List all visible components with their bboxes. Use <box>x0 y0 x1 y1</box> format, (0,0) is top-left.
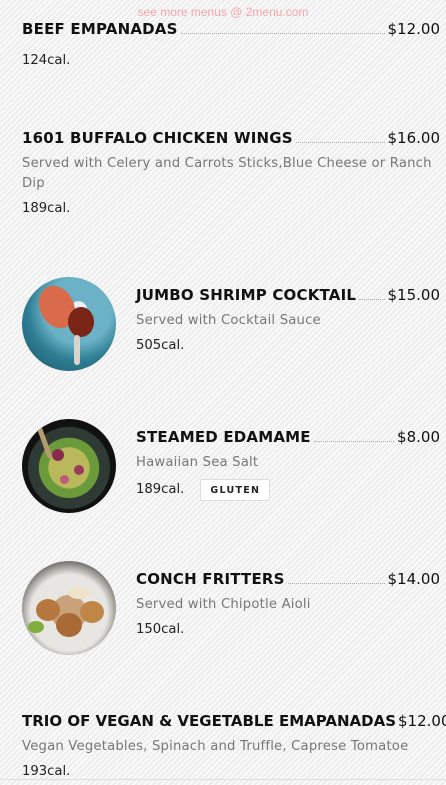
item-price: $15.00 <box>387 286 441 304</box>
item-name: BEEF EMPANADAS <box>22 20 178 38</box>
gluten-badge: GLUTEN <box>200 479 271 501</box>
menu-item-trio-vegan-empanadas[interactable]: TRIO OF VEGAN & VEGETABLE EMAPANADAS $12… <box>0 712 446 781</box>
item-description: Served with Chipotle Aioli <box>136 597 311 612</box>
item-description: Served with Cocktail Sauce <box>136 313 321 328</box>
item-name: CONCH FRITTERS <box>136 570 285 588</box>
item-description: Vegan Vegetables, Spinach and Truffle, C… <box>22 739 409 754</box>
item-price: $12.00 <box>398 712 446 730</box>
item-price: $14.00 <box>387 570 441 588</box>
menu-item-buffalo-chicken-wings[interactable]: 1601 BUFFALO CHICKEN WINGS $16.00 Served… <box>0 129 446 218</box>
item-name: TRIO OF VEGAN & VEGETABLE EMAPANADAS <box>22 712 396 730</box>
item-description: Served with Celery and Carrots Sticks,Bl… <box>22 156 432 191</box>
menu-item-conch-fritters[interactable]: CONCH FRITTERS $14.00 Served with Chipot… <box>0 570 446 639</box>
bottom-divider <box>0 779 446 780</box>
item-name: JUMBO SHRIMP COCKTAIL <box>136 286 357 304</box>
menu-item-steamed-edamame[interactable]: STEAMED EDAMAME $8.00 Hawaiian Sea Salt … <box>0 428 446 501</box>
leader-dots <box>359 299 385 300</box>
item-calories: 505cal. <box>136 338 185 353</box>
leader-dots <box>180 33 385 34</box>
item-price: $8.00 <box>397 428 440 446</box>
watermark-text: see more menus @ 2menu.com <box>137 5 309 19</box>
menu-item-jumbo-shrimp-cocktail[interactable]: JUMBO SHRIMP COCKTAIL $15.00 Served with… <box>0 286 446 355</box>
item-description: Hawaiian Sea Salt <box>136 455 259 470</box>
item-price: $16.00 <box>387 129 441 147</box>
item-calories: 189cal. <box>136 482 185 497</box>
leader-dots <box>295 142 385 143</box>
leader-dots <box>313 441 395 442</box>
item-calories: 124cal. <box>22 53 71 68</box>
item-name: STEAMED EDAMAME <box>136 428 311 446</box>
item-calories: 189cal. <box>22 201 71 216</box>
menu-item-beef-empanadas[interactable]: BEEF EMPANADAS $12.00 124cal. <box>0 20 446 70</box>
leader-dots <box>287 583 385 584</box>
item-price: $12.00 <box>387 20 441 38</box>
item-name: 1601 BUFFALO CHICKEN WINGS <box>22 129 293 147</box>
item-calories: 150cal. <box>136 622 185 637</box>
